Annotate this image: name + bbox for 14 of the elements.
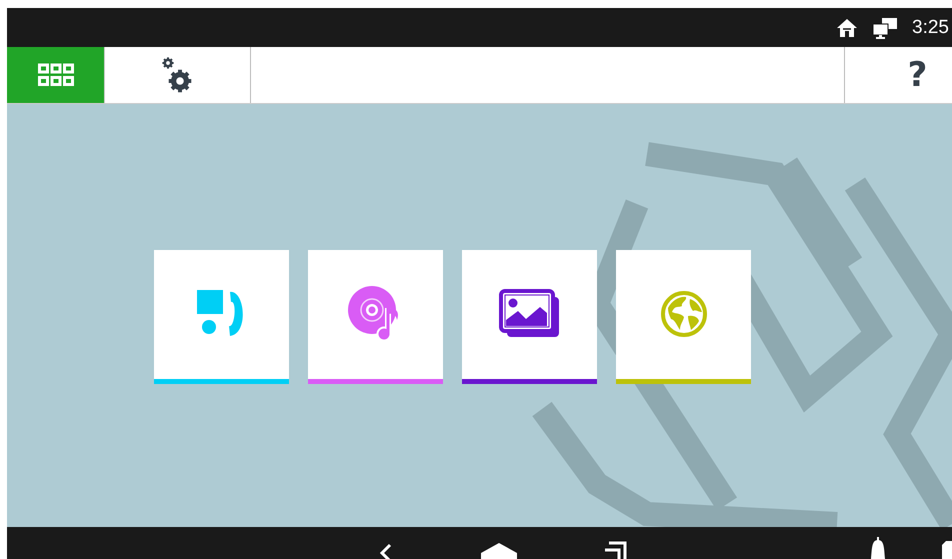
home-nav-icon	[481, 543, 517, 559]
home-icon	[836, 18, 858, 38]
app-tile[interactable]	[616, 250, 751, 384]
clock-time: 3:25	[912, 16, 949, 38]
apps-button[interactable]	[7, 47, 104, 103]
back-icon	[378, 543, 392, 559]
app-tile[interactable]	[154, 250, 289, 384]
globe-icon	[660, 290, 708, 338]
app-tile[interactable]	[308, 250, 443, 384]
settings-button[interactable]	[104, 47, 251, 103]
app-tile[interactable]	[462, 250, 597, 384]
app-grid-icon	[38, 63, 74, 87]
photo-gallery-icon	[498, 289, 560, 339]
network-computers-icon	[872, 16, 898, 38]
